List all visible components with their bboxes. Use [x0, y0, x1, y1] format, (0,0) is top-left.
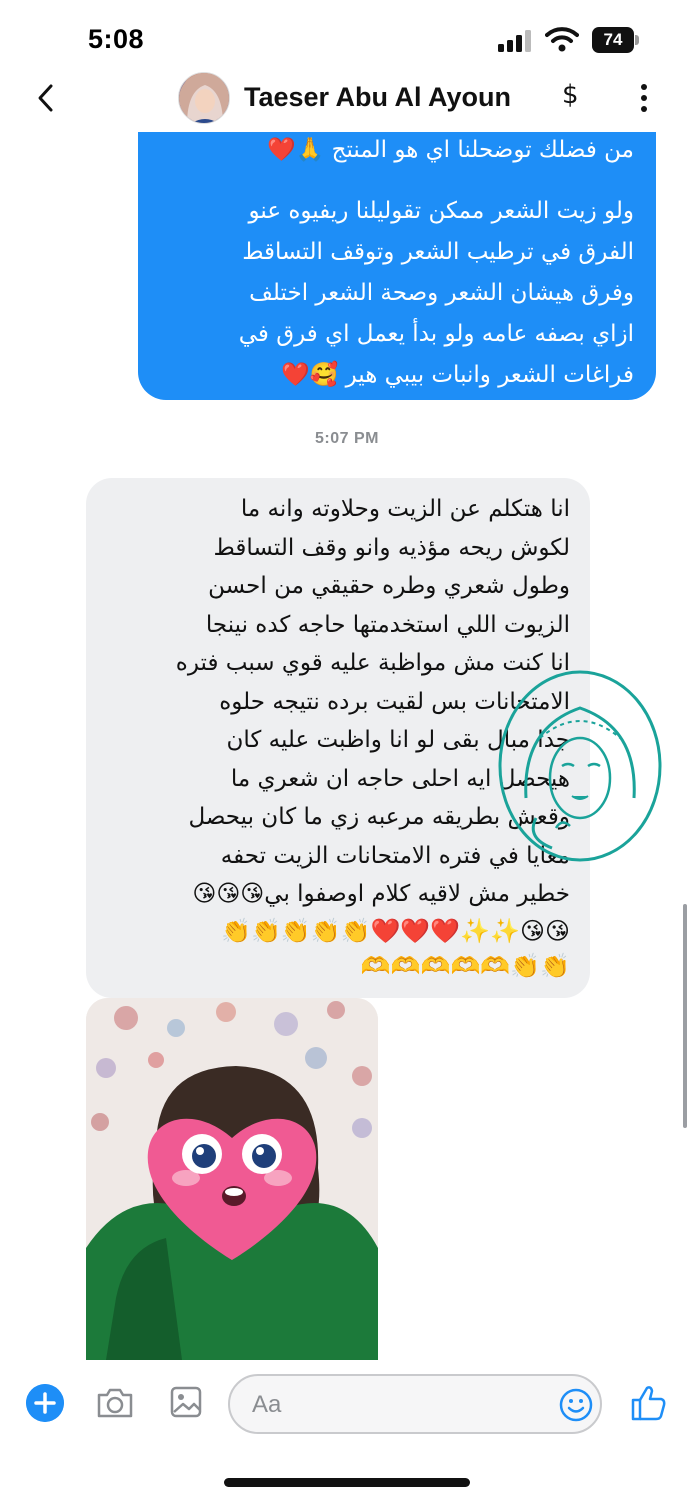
chat-header: Taeser Abu Al Ayoun $ [0, 66, 694, 132]
outgoing-message-text-2: ولو زيت الشعر ممكن تقوليلنا ريفيوه عنو ا… [238, 198, 634, 388]
back-chevron-icon[interactable] [34, 82, 58, 114]
message-input-field[interactable] [228, 1374, 602, 1434]
shared-photo[interactable] [86, 998, 378, 1360]
status-time: 5:08 [88, 24, 145, 54]
battery-icon: 74 [592, 27, 640, 53]
brand-watermark-logo [498, 670, 662, 862]
outgoing-message-text-1: من فضلك توضحلنا اي هو المنتج 🙏❤️ [267, 137, 634, 163]
message-timestamp: 5:07 PM [315, 430, 379, 447]
more-options-icon[interactable] [640, 84, 648, 114]
wifi-icon [545, 27, 579, 52]
battery-level: 74 [592, 27, 634, 53]
avatar-portrait-icon [179, 73, 229, 123]
incoming-emoji-line-1: 😘😘✨✨❤️❤️❤️👏👏👏👏👏 [221, 916, 570, 945]
scrollbar[interactable] [683, 904, 687, 1128]
message-input[interactable] [252, 1388, 532, 1422]
add-plus-icon[interactable] [26, 1384, 64, 1422]
incoming-emoji-line-2: 👏👏🫶🫶🫶🫶🫶 [360, 951, 570, 980]
payment-dollar-icon[interactable]: $ [562, 80, 579, 110]
contact-name[interactable]: Taeser Abu Al Ayoun [244, 82, 511, 113]
cellular-signal-icon [498, 30, 531, 52]
outgoing-message-bubble[interactable]: من فضلك توضحلنا اي هو المنتج 🙏❤️ ولو زيت… [138, 132, 656, 400]
home-indicator[interactable] [224, 1478, 470, 1487]
photo-image [86, 998, 378, 1360]
contact-avatar[interactable] [178, 72, 230, 124]
emoji-smile-icon[interactable] [558, 1387, 594, 1423]
message-composer [0, 1360, 694, 1450]
message-thread[interactable]: من فضلك توضحلنا اي هو المنتج 🙏❤️ ولو زيت… [0, 132, 694, 1360]
thumbs-up-icon[interactable] [630, 1384, 666, 1422]
camera-icon[interactable] [96, 1387, 134, 1419]
gallery-icon[interactable] [170, 1385, 202, 1419]
